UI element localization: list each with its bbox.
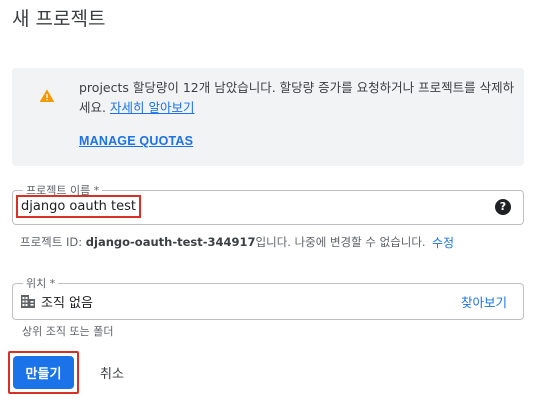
- project-name-input[interactable]: django oauth test: [16, 195, 142, 218]
- create-button[interactable]: 만들기: [13, 356, 74, 389]
- project-id-value: django-oauth-test-344917: [85, 235, 256, 249]
- quota-alert: projects 할당량이 12개 남았습니다. 할당량 증가를 요청하거나 프…: [12, 68, 524, 166]
- location-label: 위치 *: [23, 275, 59, 291]
- location-value: 조직 없음: [41, 296, 93, 311]
- cancel-button[interactable]: 취소: [86, 356, 138, 389]
- help-icon[interactable]: ?: [495, 199, 511, 215]
- warning-icon: [39, 89, 55, 102]
- new-project-page: 새 프로젝트 projects 할당량이 12개 남았습니다. 할당량 증가를 …: [0, 0, 538, 404]
- project-id-prefix: 프로젝트 ID:: [20, 235, 86, 249]
- browse-button[interactable]: 찾아보기: [461, 292, 507, 311]
- project-name-field[interactable]: 프로젝트 이름 * django oauth test ?: [12, 182, 524, 225]
- page-title: 새 프로젝트: [12, 8, 106, 30]
- manage-quotas-link[interactable]: MANAGE QUOTAS: [79, 134, 193, 148]
- location-field[interactable]: 위치 * 조직 없음 찾아보기: [12, 275, 524, 320]
- location-hint: 상위 조직 또는 폴더: [22, 325, 114, 338]
- project-id-suffix: 입니다. 나중에 변경할 수 없습니다.: [255, 235, 426, 249]
- building-icon: [21, 295, 35, 308]
- alert-message: projects 할당량이 12개 남았습니다. 할당량 증가를 요청하거나 프…: [79, 78, 515, 118]
- learn-more-link[interactable]: 자세히 알아보기: [110, 100, 194, 115]
- edit-project-id-link[interactable]: 수정: [432, 234, 454, 251]
- project-id-text: 프로젝트 ID: django-oauth-test-344917입니다. 나중…: [20, 234, 426, 250]
